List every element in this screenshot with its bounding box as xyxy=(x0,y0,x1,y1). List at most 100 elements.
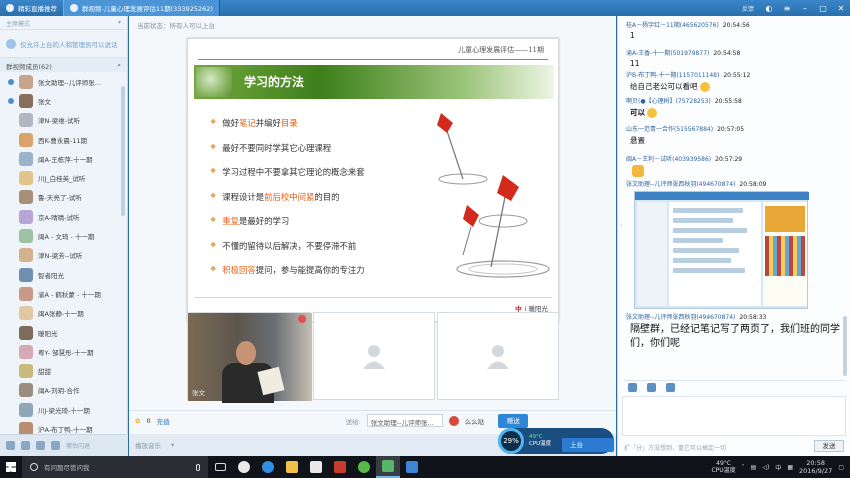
avatar xyxy=(19,74,33,89)
ime-indicator[interactable]: 中 xyxy=(775,463,781,472)
store-icon[interactable] xyxy=(304,456,328,478)
thumbs-up-icon xyxy=(632,165,644,177)
member-item[interactable]: 津N-梁芳--试听 xyxy=(0,246,127,265)
send-button[interactable]: 发送 xyxy=(814,440,844,452)
avatar-icon[interactable] xyxy=(6,441,15,450)
music-label[interactable]: 播放音乐 xyxy=(135,440,161,450)
up-label: 上台 xyxy=(570,441,583,449)
mode-selector[interactable]: 主席模式 ▾ xyxy=(0,16,127,30)
recipient-select[interactable]: 张文助理--儿评师张... xyxy=(366,414,443,427)
start-button[interactable] xyxy=(0,456,22,478)
collapse-arrow-icon[interactable]: ‹ xyxy=(620,221,623,229)
green-app-icon[interactable] xyxy=(352,456,376,478)
speaker-icon[interactable] xyxy=(21,441,30,450)
speak-permission-notice: 仅允许上台的人和管理员可以说话 xyxy=(0,30,127,58)
mic-icon[interactable] xyxy=(36,441,45,450)
video-main[interactable]: 张文 xyxy=(187,312,312,403)
avatar xyxy=(19,248,33,263)
member-item[interactable]: 京A-晴晴-试听 xyxy=(0,207,127,226)
message-text: 悬置 xyxy=(630,136,645,145)
gift-icon[interactable] xyxy=(448,415,459,426)
chat-input[interactable] xyxy=(622,396,846,436)
slide-point: ❖ 不懂的留待以后解决，不要停滞不前 xyxy=(210,240,357,251)
screenshot-image[interactable] xyxy=(634,191,809,309)
feedback-link[interactable]: 反馈 xyxy=(742,4,754,13)
tab-group-video[interactable]: 群视频-儿童心理发展评估11期(333925262) xyxy=(63,0,220,16)
chevron-down-icon: ▾ xyxy=(117,19,121,26)
camera-icon[interactable] xyxy=(51,441,60,450)
clock[interactable]: 20:58 2016/9/27 xyxy=(799,459,832,475)
member-name: 渝A - 鹤秋蒙 - 十一期 xyxy=(38,290,101,299)
message-text: 1 xyxy=(630,31,635,40)
chat-message: 啊贝(●【心理树】(75728253) 20:55:58 可以 xyxy=(626,98,742,118)
bullet-icon: ❖ xyxy=(210,265,217,273)
tray-cpu-temp[interactable]: 49°C CPU温度 xyxy=(711,460,735,474)
video-slot-2[interactable] xyxy=(313,312,435,400)
slide-point: ❖ 最好不要同时学其它心理课程 xyxy=(210,142,332,153)
member-item[interactable]: 张文助理--儿评师张... xyxy=(0,72,127,91)
chat-scrollbar[interactable] xyxy=(843,316,847,376)
member-item[interactable]: 川J_白桂英_试听 xyxy=(0,168,127,187)
give-gift-button[interactable]: 赠送 xyxy=(498,413,529,428)
user-placeholder-icon xyxy=(487,345,509,369)
avatar xyxy=(19,229,33,244)
volume-icon[interactable]: ◁) xyxy=(762,464,769,471)
qq-group-app-icon[interactable] xyxy=(376,456,400,478)
red-app-icon[interactable] xyxy=(328,456,352,478)
tray-chevron-icon[interactable]: ˄ xyxy=(742,464,745,471)
scrollbar[interactable] xyxy=(121,86,125,216)
edge-browser-icon[interactable] xyxy=(256,456,280,478)
recharge-link[interactable]: 充值 xyxy=(157,416,170,426)
image-icon[interactable] xyxy=(666,383,675,392)
avatar xyxy=(19,209,33,224)
video-slot-3[interactable] xyxy=(437,312,559,400)
close-video-icon[interactable] xyxy=(298,315,306,323)
member-item[interactable]: 西K-曹永晨-11期 xyxy=(0,130,127,149)
chat-message: 沪B-布丁鸭-十一期(1157011148) 20:55:12 给自己老公可以看吧 xyxy=(626,72,751,92)
avatar xyxy=(19,132,33,147)
bullet-icon: ❖ xyxy=(210,118,217,126)
member-item[interactable]: 粤Y- 邹慧彤-十一期 xyxy=(0,342,127,361)
slide-point: ❖ 学习过程中不要拿其它理论的概念来套 xyxy=(210,167,365,177)
member-item[interactable]: 智者阳光 xyxy=(0,265,127,284)
member-name: 闽A-王栋萍-十一期 xyxy=(38,155,93,164)
search-icon[interactable]: ⌕ xyxy=(117,61,121,69)
explorer-folder-icon[interactable] xyxy=(280,456,304,478)
menu-icon[interactable]: ≡ xyxy=(778,4,796,13)
chevron-down-icon[interactable]: ▾ xyxy=(171,441,174,449)
member-item[interactable]: 鲁-天亮了-试听 xyxy=(0,188,127,207)
member-item[interactable]: 张文 xyxy=(0,91,127,110)
member-item[interactable]: 闽A张静-十一期 xyxy=(0,304,127,323)
tab-live-recommend[interactable]: 精彩直播推荐 xyxy=(0,0,63,16)
chat-toolbar xyxy=(624,380,846,394)
taskbar-search[interactable]: 有问题尽管问我 xyxy=(22,456,208,478)
member-item[interactable]: 津N-梁维-试听 xyxy=(0,111,127,130)
member-item[interactable]: 川J-梁光琦-十一期 xyxy=(0,400,127,419)
skin-icon[interactable]: ◐ xyxy=(760,4,778,13)
title-bar: 精彩直播推荐 群视频-儿童心理发展评估11期(333925262) 反馈 ◐ ≡… xyxy=(0,0,850,16)
mic-icon[interactable] xyxy=(196,463,200,471)
maximize-button[interactable]: □ xyxy=(814,4,832,13)
member-item[interactable]: 渝A - 鹤秋蒙 - 十一期 xyxy=(0,284,127,303)
member-item[interactable]: 闽A - 文琦 - 十一期 xyxy=(0,226,127,245)
mode-label: 主席模式 xyxy=(6,21,31,28)
avatar xyxy=(19,325,33,340)
scissors-icon[interactable] xyxy=(647,383,656,392)
fan-app-icon[interactable] xyxy=(232,456,256,478)
member-item[interactable]: 暖阳光 xyxy=(0,323,127,342)
minimize-button[interactable]: – xyxy=(796,4,814,13)
member-item[interactable]: 甜甜 xyxy=(0,361,127,380)
task-view-button[interactable] xyxy=(208,456,232,478)
member-item[interactable]: 闽A-刘玥-合作 xyxy=(0,381,127,400)
emoji-icon[interactable] xyxy=(628,383,637,392)
chat-app-icon[interactable] xyxy=(400,456,424,478)
network-icon[interactable]: ▤ xyxy=(751,464,757,471)
avatar xyxy=(19,151,33,166)
notification-icon[interactable]: ▢ xyxy=(838,464,844,471)
keyboard-icon[interactable]: ▦ xyxy=(787,464,793,471)
live-icon xyxy=(6,4,14,12)
search-placeholder: 有问题尽管问我 xyxy=(44,464,90,472)
close-button[interactable]: ✕ xyxy=(832,4,850,13)
member-item[interactable]: 闽A-王栋萍-十一期 xyxy=(0,149,127,168)
go-on-stage-button[interactable]: 上台 xyxy=(562,438,614,452)
